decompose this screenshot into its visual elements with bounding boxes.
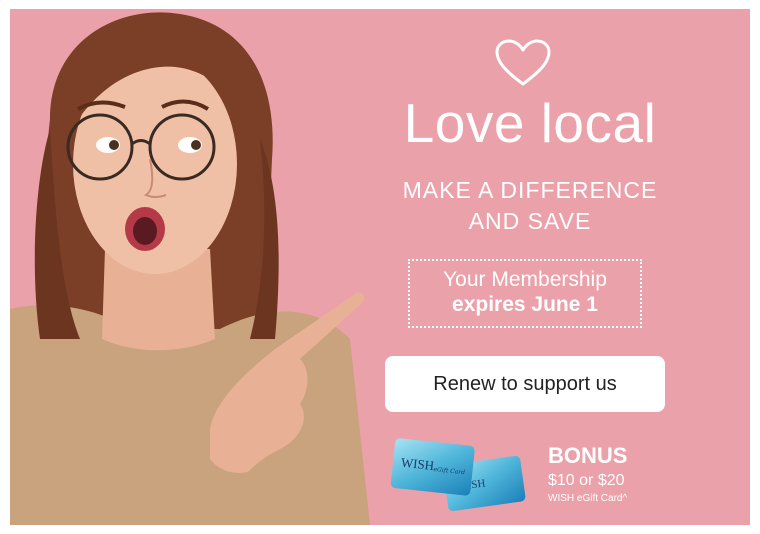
promo-title: Love local [403, 92, 657, 154]
promo-content: Love local MAKE A DIFFERENCE AND SAVE Yo… [380, 9, 680, 525]
subtitle-line-1: MAKE A DIFFERENCE [402, 177, 658, 203]
promo-subtitle: MAKE A DIFFERENCE AND SAVE [380, 175, 680, 237]
heart-outline-icon [494, 38, 552, 88]
subtitle-line-2: AND SAVE [468, 208, 592, 234]
membership-notice: Your Membership expires June 1 [408, 259, 642, 328]
bonus-offer: BONUS $10 or $20 WISH eGift Card^ [548, 443, 627, 504]
bonus-amount: $10 or $20 [548, 472, 625, 489]
promo-banner: Love local MAKE A DIFFERENCE AND SAVE Yo… [10, 9, 750, 525]
membership-expiry: expires June 1 [452, 293, 598, 316]
surprised-woman-image [10, 9, 370, 525]
renew-button[interactable]: Renew to support us [385, 356, 665, 412]
membership-label: Your Membership [443, 268, 607, 291]
gift-cards-image: WISH WISH eGift Card [388, 434, 528, 516]
bonus-card-name: WISH eGift Card^ [548, 493, 628, 504]
bonus-title: BONUS [548, 443, 628, 468]
